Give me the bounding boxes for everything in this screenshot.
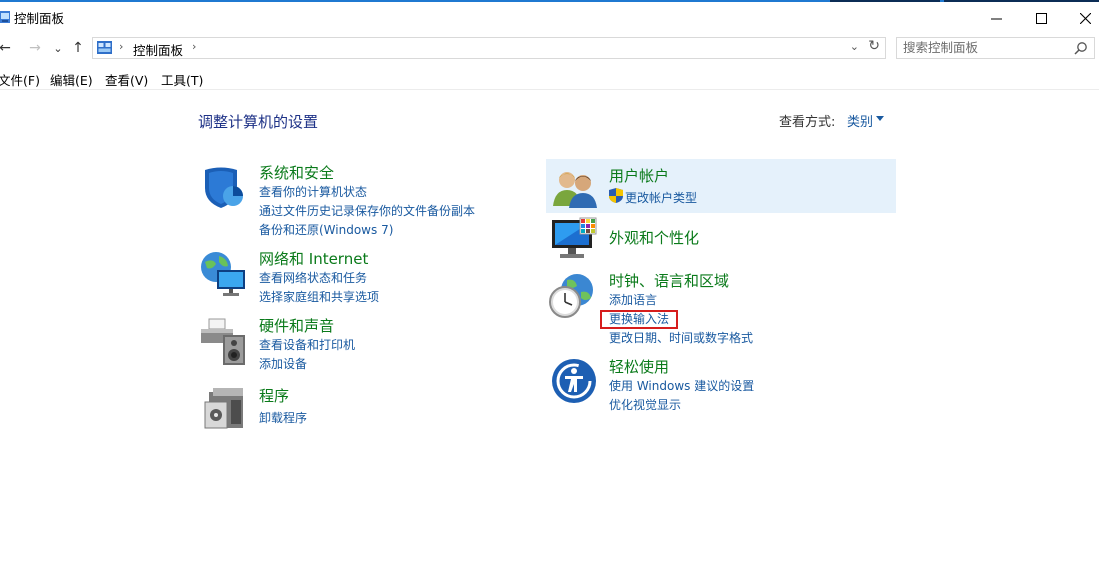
minimize-icon xyxy=(990,18,1002,19)
category-title-hardware-sound[interactable]: 硬件和声音 xyxy=(259,315,334,336)
globe-clock-icon[interactable] xyxy=(549,272,597,320)
chevron-down-icon: ⌄ xyxy=(53,41,63,55)
category-title-ease-of-access[interactable]: 轻松使用 xyxy=(609,356,669,377)
link-add-language[interactable]: 添加语言 xyxy=(609,291,657,308)
refresh-button[interactable]: ↻ xyxy=(868,38,880,54)
link-change-date-time-format[interactable]: 更改日期、时间或数字格式 xyxy=(609,329,753,346)
back-arrow-icon: ← xyxy=(0,40,11,56)
control-panel-icon xyxy=(0,11,10,23)
maximize-icon xyxy=(1035,12,1047,24)
refresh-icon: ↻ xyxy=(868,38,880,54)
close-button[interactable] xyxy=(1062,4,1099,32)
category-user-accounts-highlight[interactable] xyxy=(546,159,896,213)
link-network-status[interactable]: 查看网络状态和任务 xyxy=(259,269,367,286)
address-dropdown-icon[interactable]: ⌄ xyxy=(850,40,859,53)
back-button[interactable]: ← xyxy=(0,39,14,57)
link-optimize-visual-display[interactable]: 优化视觉显示 xyxy=(609,396,681,413)
search-input[interactable] xyxy=(903,40,1063,55)
menu-view[interactable]: 查看(V) xyxy=(105,70,148,89)
close-icon xyxy=(1079,12,1091,24)
view-by-dropdown[interactable]: 类别 xyxy=(847,111,873,130)
monitor-palette-icon[interactable] xyxy=(550,216,598,262)
address-bar[interactable]: › 控制面板 › ⌄ ↻ xyxy=(92,37,886,59)
link-homegroup-sharing[interactable]: 选择家庭组和共享选项 xyxy=(259,288,379,305)
category-title-user-accounts[interactable]: 用户帐户 xyxy=(609,165,669,186)
forward-arrow-icon: → xyxy=(29,40,41,56)
programs-box-icon[interactable] xyxy=(203,386,247,432)
breadcrumb-control-panel[interactable]: 控制面板 xyxy=(133,40,183,59)
link-view-computer-status[interactable]: 查看你的计算机状态 xyxy=(259,183,367,200)
search-icon[interactable] xyxy=(1074,41,1088,55)
accessibility-icon[interactable] xyxy=(551,358,597,404)
globe-monitor-icon[interactable] xyxy=(199,250,247,298)
link-add-device[interactable]: 添加设备 xyxy=(259,355,307,372)
link-change-input-method[interactable]: 更换输入法 xyxy=(609,310,669,327)
link-file-history-backup[interactable]: 通过文件历史记录保存你的文件备份副本 xyxy=(259,202,475,219)
view-by-label: 查看方式: xyxy=(779,115,836,130)
page-title: 调整计算机的设置 xyxy=(198,113,319,131)
forward-button[interactable]: → xyxy=(26,39,44,57)
menu-divider xyxy=(0,89,1099,90)
window-title: 控制面板 xyxy=(14,11,65,26)
recent-locations-button[interactable]: ⌄ xyxy=(49,39,67,57)
users-icon[interactable] xyxy=(553,168,597,208)
link-uninstall-program[interactable]: 卸载程序 xyxy=(259,409,307,426)
link-change-account-type[interactable]: 更改帐户类型 xyxy=(625,189,697,206)
breadcrumb-chevron-icon[interactable]: › xyxy=(192,40,196,53)
search-box[interactable] xyxy=(896,37,1095,59)
shield-icon[interactable] xyxy=(201,164,247,210)
category-title-clock-region[interactable]: 时钟、语言和区域 xyxy=(609,270,729,291)
title-bar[interactable]: 控制面板 xyxy=(0,2,1099,32)
menu-tools[interactable]: 工具(T) xyxy=(161,70,203,89)
control-panel-icon xyxy=(97,41,112,54)
uac-shield-icon xyxy=(609,188,623,203)
dropdown-caret-icon[interactable] xyxy=(876,116,884,121)
up-arrow-icon: ↑ xyxy=(72,40,84,56)
maximize-button[interactable] xyxy=(1018,4,1064,32)
link-devices-printers[interactable]: 查看设备和打印机 xyxy=(259,336,355,353)
printer-speaker-icon[interactable] xyxy=(199,317,247,367)
category-title-network[interactable]: 网络和 Internet xyxy=(259,248,368,269)
up-button[interactable]: ↑ xyxy=(69,39,87,57)
minimize-button[interactable] xyxy=(973,4,1019,32)
menu-bar: 文件(F) 编辑(E) 查看(V) 工具(T) xyxy=(0,70,1099,88)
link-recommended-settings[interactable]: 使用 Windows 建议的设置 xyxy=(609,377,754,394)
link-backup-restore[interactable]: 备份和还原(Windows 7) xyxy=(259,221,393,238)
menu-file[interactable]: 文件(F) xyxy=(0,70,40,89)
menu-edit[interactable]: 编辑(E) xyxy=(50,70,93,89)
category-title-system-security[interactable]: 系统和安全 xyxy=(259,162,334,183)
category-title-programs[interactable]: 程序 xyxy=(259,385,289,406)
breadcrumb-separator-icon: › xyxy=(119,40,124,53)
category-title-appearance[interactable]: 外观和个性化 xyxy=(609,227,699,248)
